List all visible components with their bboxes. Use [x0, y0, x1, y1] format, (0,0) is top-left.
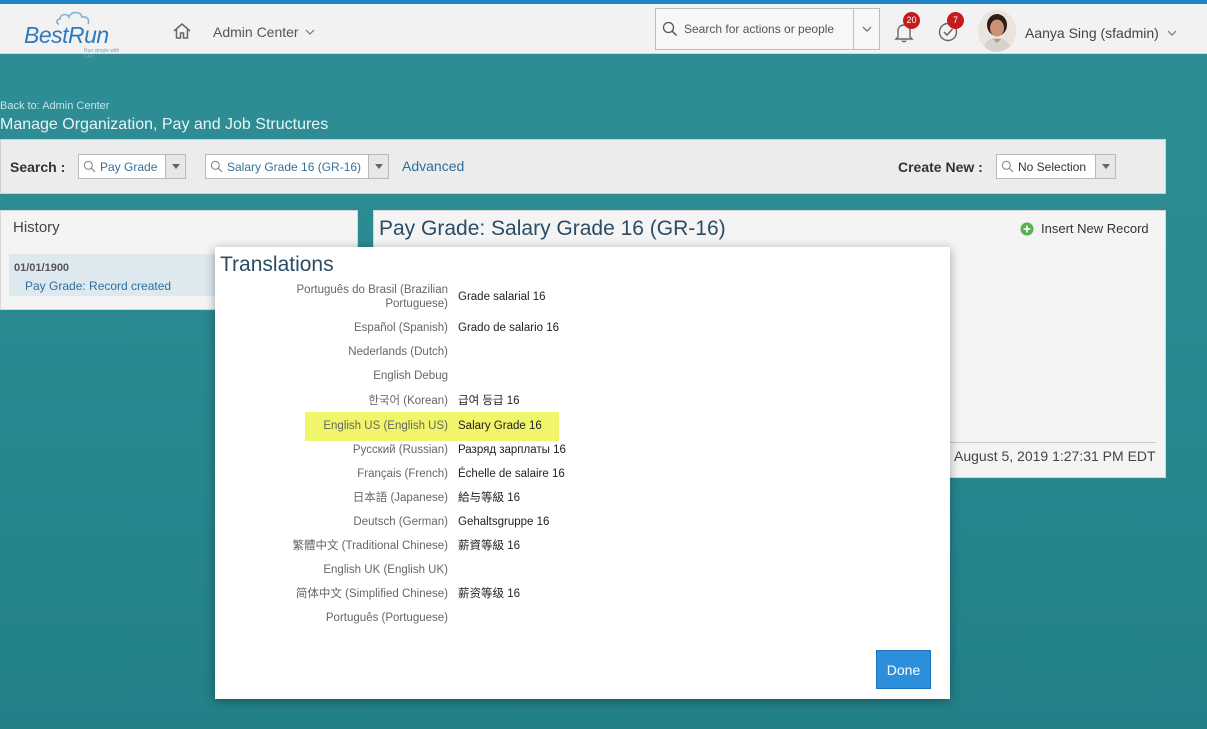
- notifications-button[interactable]: 20: [893, 12, 920, 43]
- user-name-label: Aanya Sing (sfadmin): [1025, 25, 1159, 41]
- search-icon: [662, 21, 678, 37]
- user-photo-icon: [978, 10, 1016, 52]
- translation-value[interactable]: 薪资等级 16: [458, 587, 520, 601]
- history-item-desc[interactable]: Pay Grade: Record created: [25, 279, 171, 293]
- search-panel: Search : Pay Grade Salary Grade 16 (GR-1…: [0, 139, 1166, 194]
- object-type-dropdown[interactable]: [165, 155, 185, 178]
- translation-value[interactable]: 급여 등급 16: [458, 394, 520, 408]
- translations-dialog: Translations Português do Brasil (Brazil…: [215, 247, 950, 699]
- logo-text: BestRun: [24, 22, 109, 48]
- chevron-down-icon: [305, 29, 315, 35]
- search-icon: [1001, 160, 1014, 173]
- chevron-down-icon: [862, 26, 871, 32]
- language-label: 한국어 (Korean): [368, 395, 448, 407]
- history-title: History: [13, 219, 60, 236]
- avatar[interactable]: [978, 10, 1016, 52]
- search-label: Search :: [10, 159, 66, 175]
- create-new-dropdown[interactable]: [1095, 155, 1115, 178]
- user-menu[interactable]: Aanya Sing (sfadmin): [1025, 25, 1177, 41]
- object-item-select[interactable]: Salary Grade 16 (GR-16): [205, 154, 389, 179]
- record-timestamp: August 5, 2019 1:27:31 PM EDT: [954, 448, 1156, 464]
- object-type-value: Pay Grade: [100, 159, 158, 174]
- language-label: Nederlands (Dutch): [348, 346, 448, 358]
- history-item-date: 01/01/1900: [14, 262, 70, 274]
- todo-button[interactable]: 7: [937, 12, 964, 43]
- admin-center-label: Admin Center: [213, 24, 299, 40]
- search-dropdown-button[interactable]: [853, 9, 879, 49]
- translation-value[interactable]: Grade salarial 16: [458, 290, 546, 304]
- search-icon: [210, 160, 223, 173]
- notifications-badge: 20: [903, 12, 920, 29]
- page-title: Manage Organization, Pay and Job Structu…: [0, 116, 329, 133]
- language-label: English UK (English UK): [323, 564, 448, 576]
- create-new-value: No Selection: [1018, 159, 1087, 174]
- object-type-select[interactable]: Pay Grade: [78, 154, 186, 179]
- insert-new-record-button[interactable]: Insert New Record: [1020, 221, 1149, 236]
- shell-bar: BestRun Run simple with SAP Admin Center…: [0, 0, 1207, 60]
- back-link[interactable]: Back to: Admin Center: [0, 100, 109, 112]
- create-new-label: Create New :: [898, 159, 983, 175]
- language-label: Français (French): [357, 468, 448, 480]
- translation-value[interactable]: Разряд зарплаты 16: [458, 443, 566, 457]
- done-button[interactable]: Done: [876, 650, 931, 689]
- language-label: 简体中文 (Simplified Chinese): [295, 588, 448, 600]
- dialog-title: Translations: [220, 253, 334, 276]
- global-search: [655, 8, 880, 50]
- history-item[interactable]: 01/01/1900 Pay Grade: Record created: [9, 254, 224, 296]
- todo-badge: 7: [947, 12, 964, 29]
- create-new-select[interactable]: No Selection: [996, 154, 1116, 179]
- logo-tagline: Run simple with SAP: [84, 48, 120, 60]
- advanced-search-link[interactable]: Advanced: [402, 158, 464, 174]
- translation-value[interactable]: Échelle de salaire 16: [458, 467, 565, 481]
- caret-down-icon: [1101, 164, 1110, 169]
- object-item-dropdown[interactable]: [368, 155, 388, 178]
- caret-down-icon: [374, 164, 383, 169]
- translation-value[interactable]: Gehaltsgruppe 16: [458, 515, 549, 529]
- translation-value[interactable]: 薪資等級 16: [458, 539, 520, 553]
- language-label: Português do Brasil (Brazilian Portugues…: [296, 284, 449, 310]
- chevron-down-icon: [1167, 30, 1177, 36]
- translation-value[interactable]: Grado de salario 16: [458, 321, 559, 335]
- translation-value[interactable]: Salary Grade 16: [458, 419, 542, 433]
- search-icon: [83, 160, 96, 173]
- language-label: Español (Spanish): [354, 322, 448, 334]
- translation-value[interactable]: 給与等級 16: [458, 491, 520, 505]
- language-label: 繁體中文 (Traditional Chinese): [292, 540, 448, 552]
- language-label: Português (Portuguese): [325, 612, 448, 624]
- language-label: English Debug: [373, 370, 448, 382]
- language-label: Русский (Russian): [352, 444, 448, 456]
- language-label: 日本語 (Japanese): [352, 492, 448, 504]
- object-item-value: Salary Grade 16 (GR-16): [227, 159, 362, 174]
- add-circle-icon: [1020, 222, 1034, 235]
- language-label: English US (English US): [323, 420, 448, 432]
- language-label: Deutsch (German): [353, 516, 448, 528]
- caret-down-icon: [171, 164, 180, 169]
- search-input[interactable]: [678, 9, 853, 49]
- admin-center-menu[interactable]: Admin Center: [213, 24, 315, 40]
- insert-new-record-label: Insert New Record: [1041, 221, 1149, 236]
- company-logo[interactable]: BestRun Run simple with SAP: [24, 10, 124, 60]
- divider: [950, 442, 1156, 443]
- detail-title: Pay Grade: Salary Grade 16 (GR-16): [379, 217, 726, 240]
- home-icon[interactable]: [172, 21, 192, 41]
